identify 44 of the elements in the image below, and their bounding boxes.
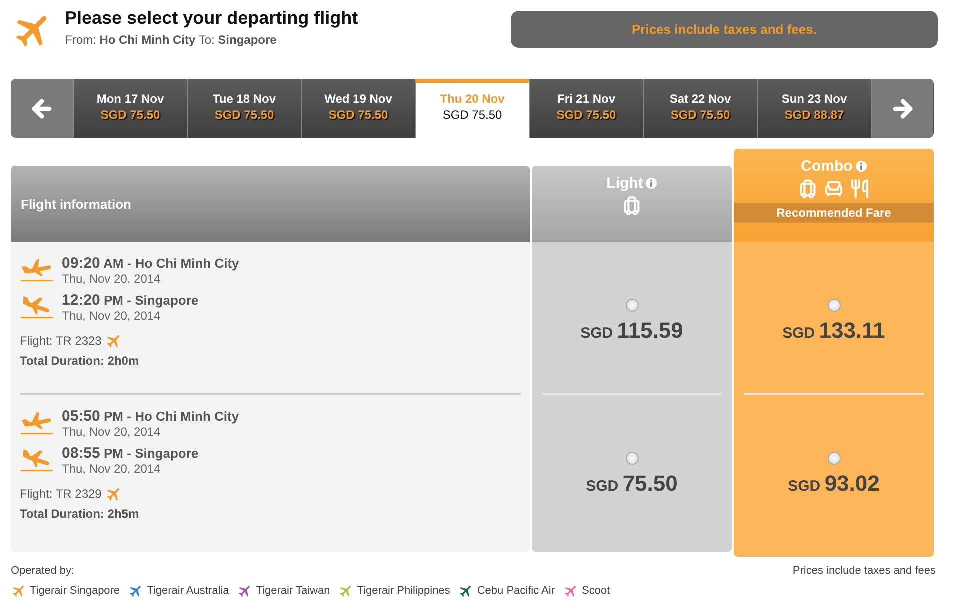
fare-price: SGD 75.50 <box>586 471 678 497</box>
recommended-label: Recommended Fare <box>734 203 934 223</box>
date-text: Thu, Nov 20, 2014 <box>62 309 162 324</box>
fare-price: SGD 133.11 <box>782 318 886 344</box>
fare-radio[interactable] <box>626 299 638 312</box>
time-text: 08:55 PM - Singapore <box>62 446 199 462</box>
airline-name: Cebu Pacific Air <box>477 585 555 597</box>
page-title: Please select your departing flight <box>65 8 358 29</box>
date-text: Thu, Nov 20, 2014 <box>62 425 162 440</box>
info-icon[interactable] <box>646 178 658 189</box>
utensils-icon <box>850 179 870 199</box>
airline-name: Tigerair Australia <box>147 585 230 597</box>
operated-by-label: Operated by: <box>11 565 75 577</box>
date-text: Thu, Nov 20, 2014 <box>62 272 162 287</box>
time-text: 05:50 PM - Ho Chi Minh City <box>62 409 240 425</box>
fare-price: SGD 93.02 <box>788 471 880 497</box>
route-text: From: Ho Chi Minh City To: Singapore <box>65 33 278 47</box>
luggage-icon <box>622 196 642 216</box>
fare-name: Combo <box>801 158 853 175</box>
fare-radio[interactable] <box>828 452 840 465</box>
next-button[interactable] <box>871 79 933 138</box>
airline-name: Tigerair Taiwan <box>256 585 330 597</box>
fare-radio[interactable] <box>828 299 840 312</box>
fare-radio[interactable] <box>626 452 638 465</box>
time-text: 12:20 PM - Singapore <box>62 293 199 309</box>
luggage-icon <box>798 179 818 199</box>
airline-name: Tigerair Philippines <box>357 585 450 597</box>
fare-name: Light <box>606 175 644 192</box>
time-text: 09:20 AM - Ho Chi Minh City <box>62 256 240 272</box>
previous-button[interactable] <box>11 79 73 138</box>
airline-name: Tigerair Singapore <box>30 585 120 597</box>
flight-number: Flight: TR 2329 <box>20 487 102 501</box>
fare-price: SGD 115.59 <box>580 318 684 344</box>
duration-text: Total Duration: 2h5m <box>20 507 140 521</box>
airline-name: Scoot <box>582 585 610 597</box>
date-text: Thu, Nov 20, 2014 <box>62 462 162 477</box>
date-tab[interactable]: Thu 20 Nov SGD 75.50 <box>415 79 529 138</box>
duration-text: Total Duration: 2h0m <box>20 354 140 368</box>
notice-banner: Prices include taxes and fees. <box>511 11 938 48</box>
column-header: Flight information <box>11 166 530 242</box>
flight-number: Flight: TR 2323 <box>20 334 102 348</box>
info-icon[interactable] <box>856 161 867 172</box>
price-note: Prices include taxes and fees <box>792 565 936 579</box>
seat-icon <box>824 179 844 199</box>
